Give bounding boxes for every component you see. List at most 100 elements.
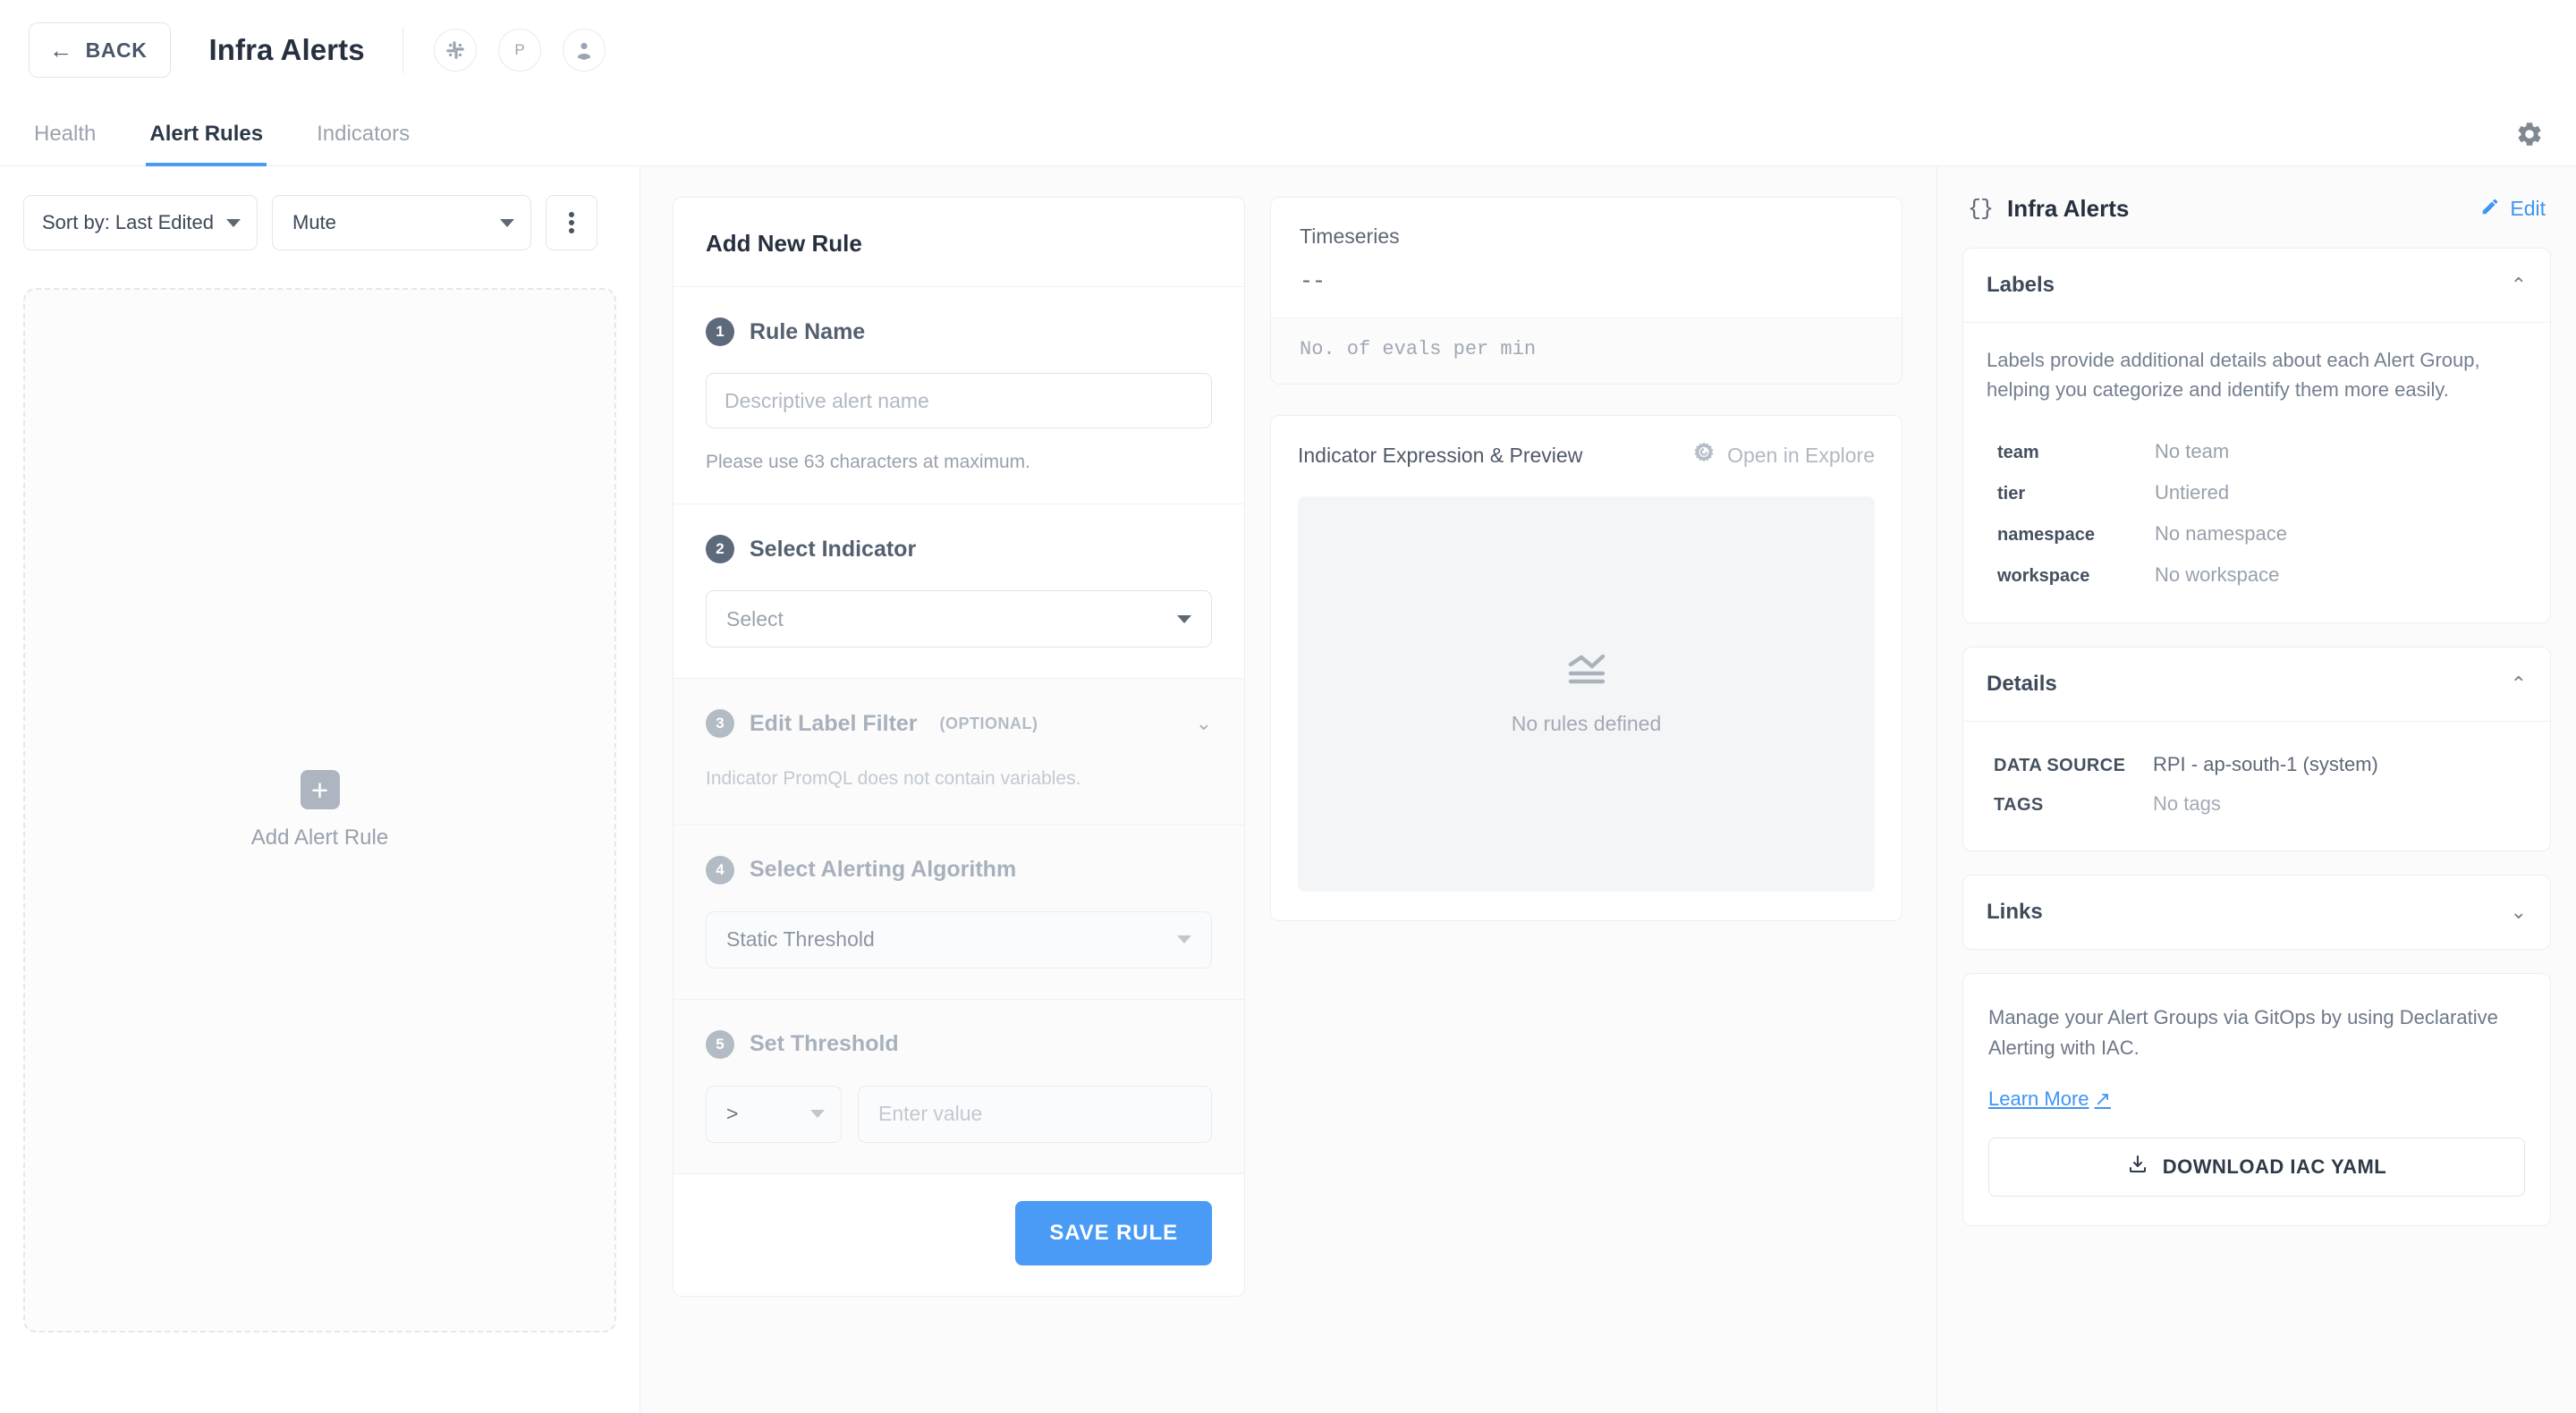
open-in-explore-button[interactable]: Open in Explore — [1692, 441, 1875, 470]
add-alert-rule-dropzone[interactable]: + Add Alert Rule — [23, 288, 616, 1333]
edit-button[interactable]: Edit — [2480, 197, 2546, 222]
detail-value: No tags — [2153, 792, 2221, 816]
step-number-badge: 4 — [706, 855, 734, 884]
add-new-rule-card: Add New Rule 1 Rule Name Please use 63 c… — [673, 197, 1245, 1297]
indicator-expression-card: Indicator Expression & Preview Open in E… — [1270, 415, 1902, 921]
indicator-preview-empty-state: No rules defined — [1298, 496, 1875, 892]
chevron-up-icon: ⌃ — [2510, 673, 2527, 696]
timeseries-card: Timeseries -- No. of evals per min — [1270, 197, 1902, 385]
labels-panel-body: Labels provide additional details about … — [1963, 323, 2550, 622]
gear-icon — [2515, 123, 2544, 152]
step-number-badge: 1 — [706, 317, 734, 346]
more-options-button[interactable] — [546, 195, 597, 250]
indicator-select[interactable]: Select — [706, 590, 1212, 647]
learn-more-label: Learn More — [1988, 1087, 2089, 1110]
chevron-down-icon: ⌄ — [2510, 901, 2527, 924]
step-number-badge: 5 — [706, 1029, 734, 1059]
detail-value: RPI - ap-south-1 (system) — [2153, 753, 2378, 776]
evals-per-min-label: No. of evals per min — [1271, 317, 1902, 384]
pencil-icon — [2480, 197, 2500, 222]
step-number-badge: 2 — [706, 535, 734, 563]
step-edit-label-filter-label: Edit Label Filter — [750, 710, 918, 736]
chevron-down-icon — [500, 218, 514, 227]
labels-panel-header[interactable]: Labels ⌃ — [1963, 249, 2550, 323]
chevron-down-icon — [1177, 614, 1191, 623]
label-row: workspace No workspace — [1987, 554, 2527, 596]
chevron-down-icon — [810, 1110, 825, 1119]
details-panel-title: Details — [1987, 672, 2057, 697]
details-panel-header[interactable]: Details ⌃ — [1963, 647, 2550, 723]
editor-column: Add New Rule 1 Rule Name Please use 63 c… — [640, 166, 1936, 1413]
timeseries-empty-icon — [1566, 652, 1607, 692]
edit-button-label: Edit — [2510, 197, 2546, 220]
label-value: No team — [2155, 440, 2230, 463]
user-assign-icon — [573, 39, 595, 61]
threshold-value-input[interactable] — [858, 1085, 1212, 1143]
save-rule-button[interactable]: SAVE RULE — [1015, 1200, 1212, 1265]
sort-dropdown[interactable]: Sort by: Last Edited — [23, 195, 258, 250]
step-rule-name: 1 Rule Name Please use 63 characters at … — [674, 287, 1244, 504]
rule-name-input[interactable] — [706, 373, 1212, 428]
label-filter-hint: Indicator PromQL does not contain variab… — [706, 768, 1081, 789]
chevron-down-icon — [226, 218, 241, 227]
chevron-down-icon — [1177, 935, 1191, 944]
indicator-expression-title: Indicator Expression & Preview — [1298, 443, 1583, 467]
alert-group-title: Infra Alerts — [2007, 195, 2130, 222]
download-icon — [2127, 1154, 2148, 1180]
step-select-algorithm-label: Select Alerting Algorithm — [750, 857, 1017, 883]
open-in-explore-label: Open in Explore — [1727, 443, 1875, 467]
page-title: Infra Alerts — [208, 33, 365, 66]
rules-list-column: Sort by: Last Edited Mute + Add Alert Ru… — [0, 166, 640, 1413]
links-panel-header[interactable]: Links ⌄ — [1963, 876, 2550, 949]
detail-key: TAGS — [1994, 795, 2044, 816]
mute-dropdown-label: Mute — [292, 211, 336, 233]
tab-indicators[interactable]: Indicators — [313, 122, 413, 166]
tab-alert-rules[interactable]: Alert Rules — [146, 122, 267, 166]
pagerduty-integration-button[interactable]: P — [497, 29, 541, 72]
labels-panel-title: Labels — [1987, 273, 2055, 297]
slack-integration-button[interactable] — [433, 29, 477, 72]
details-panel-body: DATA SOURCE RPI - ap-south-1 (system) TA… — [1963, 722, 2550, 850]
indicator-expression-header: Indicator Expression & Preview Open in E… — [1298, 441, 1875, 470]
settings-button[interactable] — [2515, 120, 2544, 153]
threshold-row: > — [706, 1085, 1212, 1143]
step-select-algorithm: 4 Select Alerting Algorithm Static Thres… — [674, 825, 1244, 1000]
label-row: tier Untiered — [1987, 472, 2527, 513]
pagerduty-icon: P — [509, 39, 530, 61]
threshold-operator-select[interactable]: > — [706, 1085, 842, 1143]
app-root: ← BACK Infra Alerts P Health Alert Rules… — [0, 0, 2576, 1413]
download-iac-yaml-button[interactable]: DOWNLOAD IAC YAML — [1988, 1137, 2525, 1197]
tab-health[interactable]: Health — [30, 122, 99, 166]
preview-column: Timeseries -- No. of evals per min Indic… — [1270, 197, 1902, 1413]
assignee-button[interactable] — [562, 29, 606, 72]
back-button[interactable]: ← BACK — [29, 22, 172, 78]
step-edit-label-filter: 3 Edit Label Filter (OPTIONAL) ⌄ Indicat… — [674, 679, 1244, 825]
alert-group-header: {} Infra Alerts Edit — [1962, 190, 2551, 248]
step-select-indicator-label: Select Indicator — [750, 536, 917, 562]
label-value: No namespace — [2155, 522, 2287, 546]
step-edit-label-filter-header[interactable]: 3 Edit Label Filter (OPTIONAL) ⌄ — [706, 709, 1212, 738]
download-iac-yaml-label: DOWNLOAD IAC YAML — [2162, 1155, 2387, 1178]
detail-key: DATA SOURCE — [1994, 756, 2126, 776]
labels-panel: Labels ⌃ Labels provide additional detai… — [1962, 248, 2551, 624]
algorithm-select-value: Static Threshold — [726, 927, 875, 952]
add-new-rule-title: Add New Rule — [674, 198, 1244, 287]
threshold-operator-value: > — [726, 1102, 739, 1126]
timeseries-title: Timeseries — [1300, 224, 1400, 248]
step-select-indicator: 2 Select Indicator Select — [674, 504, 1244, 679]
sort-dropdown-label: Sort by: Last Edited — [42, 211, 214, 233]
step-set-threshold-header: 5 Set Threshold — [706, 1029, 1212, 1059]
label-key: team — [1997, 443, 2039, 463]
learn-more-link[interactable]: Learn More ↗ — [1988, 1087, 2111, 1111]
step-set-threshold-label: Set Threshold — [750, 1031, 899, 1057]
algorithm-select[interactable]: Static Threshold — [706, 910, 1212, 969]
chevron-down-icon[interactable]: ⌄ — [1196, 714, 1212, 733]
gitops-description: Manage your Alert Groups via GitOps by u… — [1988, 1006, 2498, 1059]
braces-icon: {} — [1968, 196, 1994, 222]
links-panel: Links ⌄ — [1962, 875, 2551, 951]
label-key: namespace — [1997, 525, 2095, 546]
body-layout: Sort by: Last Edited Mute + Add Alert Ru… — [0, 166, 2576, 1413]
mute-dropdown[interactable]: Mute — [272, 195, 531, 250]
details-panel: Details ⌃ DATA SOURCE RPI - ap-south-1 (… — [1962, 647, 2551, 852]
indicator-select-value: Select — [726, 606, 784, 630]
